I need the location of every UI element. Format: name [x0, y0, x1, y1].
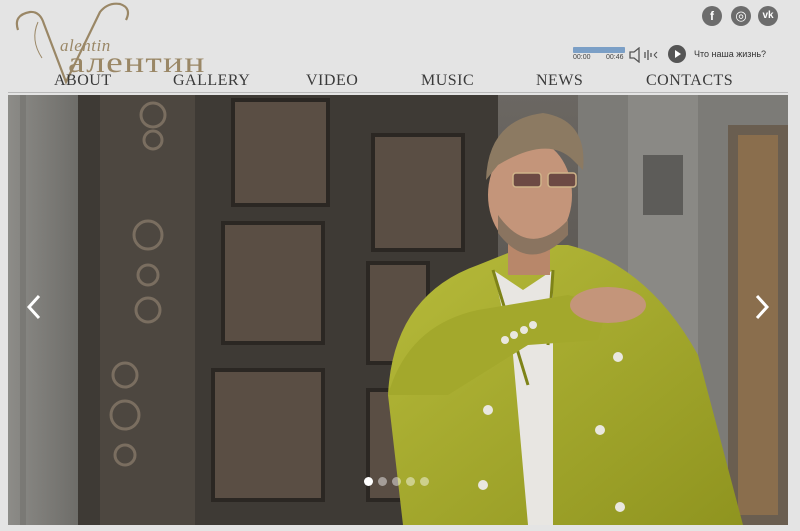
progress-fill [573, 47, 625, 53]
nav-item-contacts[interactable]: CONTACTS [646, 72, 733, 90]
vk-icon[interactable]: vk [758, 6, 778, 26]
slider-dot[interactable] [406, 477, 415, 486]
chevron-right-icon[interactable] [752, 293, 772, 321]
slide-photo [8, 95, 788, 525]
slider-dot[interactable] [420, 477, 429, 486]
nav-item-about[interactable]: ABOUT [54, 72, 112, 90]
slider-dot[interactable] [364, 477, 373, 486]
nav-item-news[interactable]: NEWS [536, 72, 583, 90]
current-time: 00:00 [573, 54, 591, 61]
nav-item-video[interactable]: VIDEO [306, 72, 358, 90]
slider-pagination [364, 477, 444, 487]
slider-dot[interactable] [392, 477, 401, 486]
play-button[interactable] [668, 45, 686, 63]
duration-time: 00:46 [606, 54, 624, 61]
nav-item-gallery[interactable]: GALLERY [173, 72, 250, 90]
volume-icon[interactable] [628, 46, 662, 64]
progress-bar[interactable] [573, 47, 625, 53]
main-nav: ABOUT GALLERY VIDEO MUSIC NEWS CONTACTS [0, 72, 800, 92]
audio-player: 00:00 00:46 Что наша жизнь? [572, 44, 792, 66]
instagram-icon[interactable]: ◎ [731, 6, 751, 26]
nav-item-music[interactable]: MUSIC [421, 72, 474, 90]
nav-divider [8, 92, 788, 93]
slider-dot[interactable] [378, 477, 387, 486]
chevron-left-icon[interactable] [24, 293, 44, 321]
hero-slider[interactable] [8, 95, 788, 525]
track-title: Что наша жизнь? [694, 49, 767, 59]
facebook-icon[interactable]: f [702, 6, 722, 26]
